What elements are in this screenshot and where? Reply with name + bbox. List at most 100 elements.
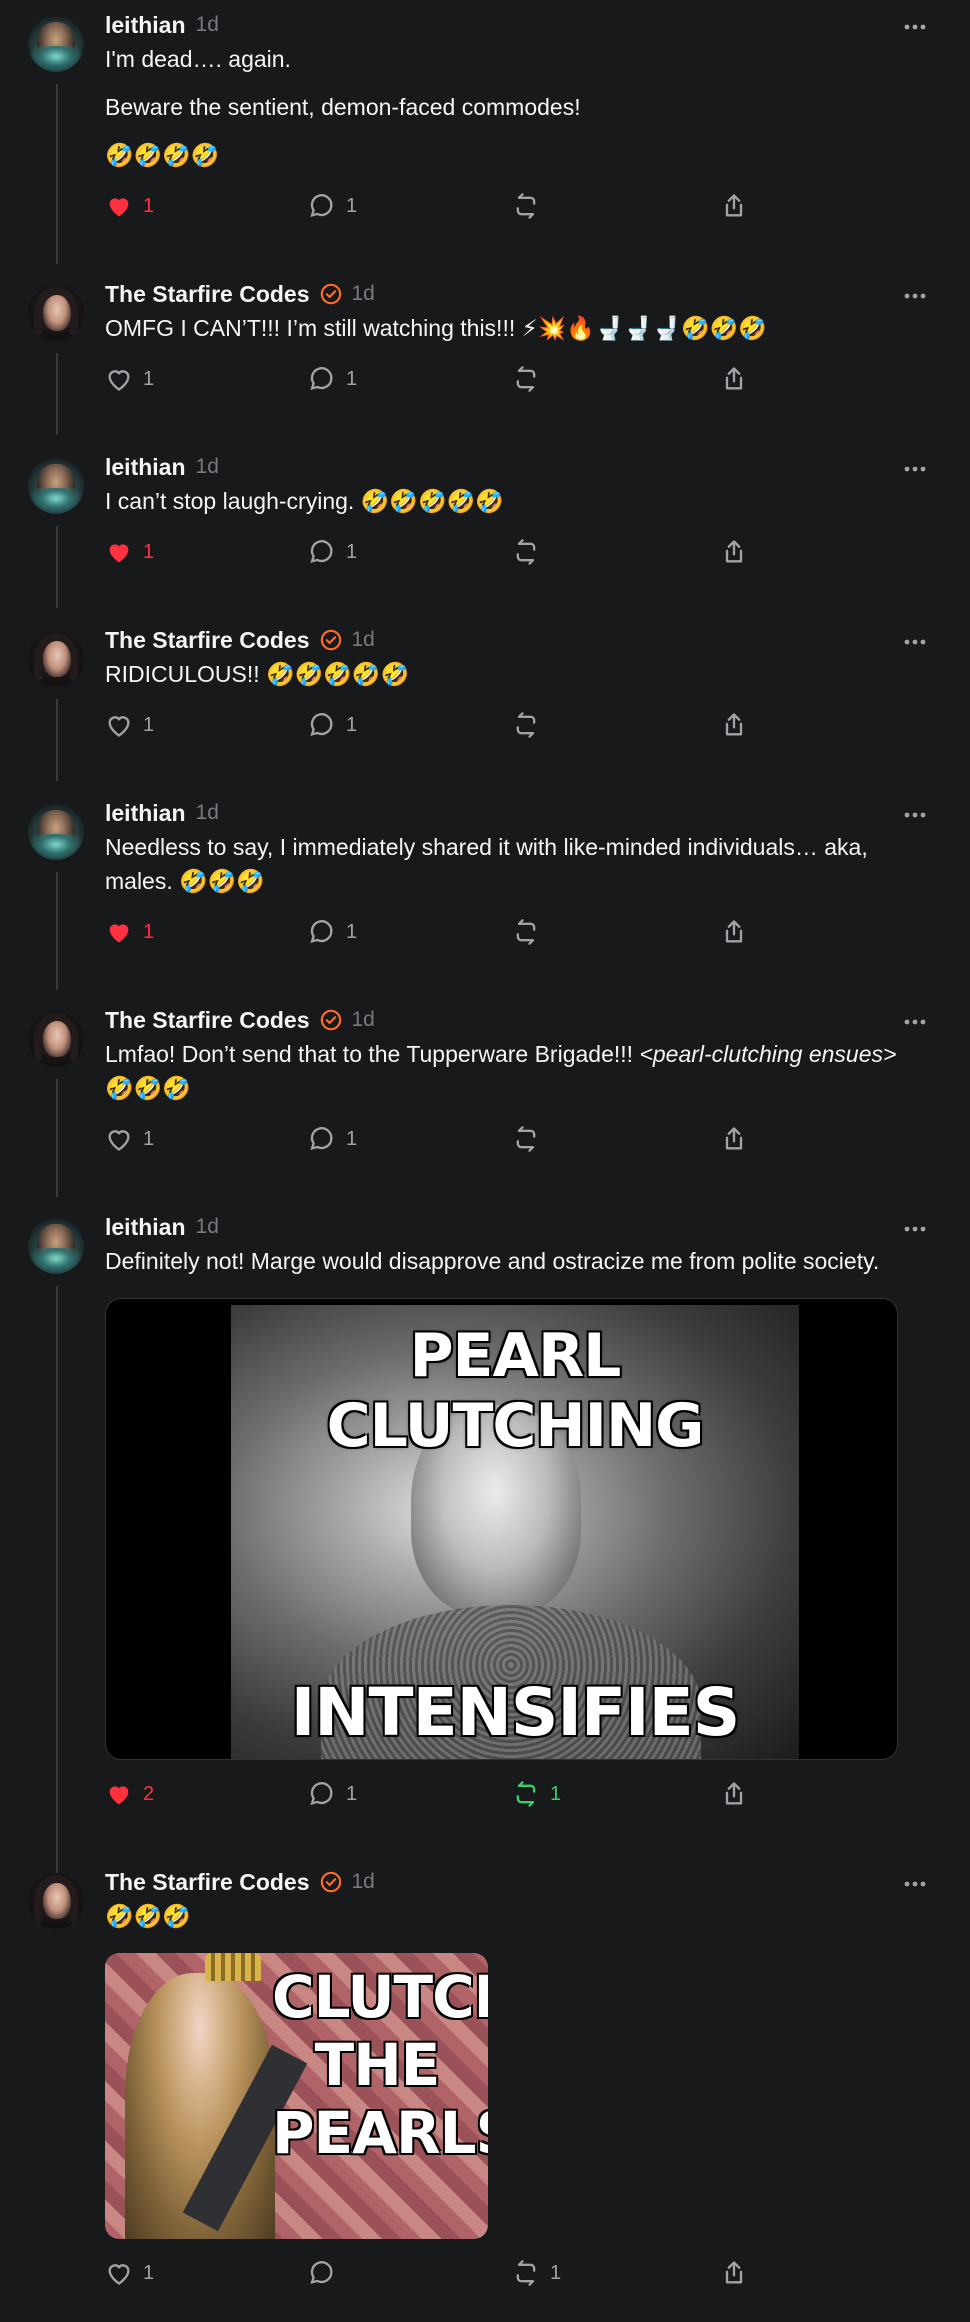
post-text: 🤣🤣🤣 (105, 1899, 926, 1933)
like-count: 1 (143, 367, 155, 390)
share-button[interactable] (720, 538, 748, 566)
thread-line (56, 84, 58, 264)
comment-button[interactable]: 1 (308, 365, 357, 393)
like-button[interactable]: 1 (105, 2259, 154, 2287)
repost-button[interactable] (512, 918, 550, 946)
repost-button[interactable] (512, 1125, 550, 1153)
comment-button[interactable]: 1 (308, 1125, 357, 1153)
post-actions: 1 1 (105, 178, 926, 232)
more-icon[interactable] (904, 1881, 926, 1887)
comment-button[interactable]: 1 (308, 538, 357, 566)
share-button[interactable] (720, 1125, 748, 1153)
comment-count: 1 (346, 367, 358, 390)
share-button[interactable] (720, 711, 748, 739)
repost-button[interactable]: 1 (512, 1780, 561, 1808)
post-image[interactable]: CLUTCH THE PEARLS! (105, 1953, 488, 2239)
post-time: 1d (195, 801, 219, 824)
more-icon[interactable] (904, 293, 926, 299)
author-name[interactable]: leithian (105, 1214, 186, 1241)
author-name[interactable]: The Starfire Codes (105, 1869, 310, 1896)
share-button[interactable] (720, 1780, 748, 1808)
post: The Starfire Codes 1d Lmfao! Don’t send … (0, 1003, 970, 1197)
avatar[interactable] (28, 285, 84, 341)
like-button[interactable]: 2 (105, 1780, 154, 1808)
share-icon (725, 367, 743, 390)
comment-button[interactable]: 1 (308, 192, 357, 220)
like-button[interactable]: 1 (105, 365, 154, 393)
post-text-emoji: 🤣🤣🤣 (105, 1075, 191, 1101)
meme-image: PEARL CLUTCHING INTENSIFIES (231, 1305, 799, 1759)
avatar[interactable] (28, 1011, 84, 1067)
comment-button[interactable] (308, 2259, 346, 2287)
meme-line: PEARLS! (272, 2099, 488, 2167)
heart-icon (109, 544, 129, 563)
post-text: OMFG I CAN’T!!! I’m still watching this!… (105, 311, 926, 345)
repost-button[interactable] (512, 711, 550, 739)
share-button[interactable] (720, 365, 748, 393)
comment-icon (310, 920, 333, 944)
avatar[interactable] (28, 458, 84, 514)
comment-icon (310, 540, 333, 564)
author-name[interactable]: The Starfire Codes (105, 281, 310, 308)
more-icon[interactable] (904, 1019, 926, 1025)
author-name[interactable]: The Starfire Codes (105, 627, 310, 654)
avatar[interactable] (28, 631, 84, 687)
like-button[interactable]: 1 (105, 1125, 154, 1153)
avatar[interactable] (28, 1218, 84, 1274)
avatar[interactable] (28, 1873, 84, 1929)
comment-icon (310, 1127, 333, 1151)
avatar[interactable] (28, 16, 84, 72)
repost-button[interactable]: 1 (512, 2259, 561, 2287)
repost-icon (516, 1126, 536, 1152)
meme-top-text: PEARL CLUTCHING (326, 1321, 705, 1461)
repost-button[interactable] (512, 365, 550, 393)
post-time: 1d (351, 1870, 375, 1893)
comment-button[interactable]: 1 (308, 711, 357, 739)
more-icon[interactable] (904, 1226, 926, 1232)
like-count: 1 (143, 540, 155, 563)
like-button[interactable]: 1 (105, 711, 154, 739)
more-icon[interactable] (904, 812, 926, 818)
post: The Starfire Codes 1d 🤣🤣🤣 CLUTCH THE PEA… (0, 1865, 970, 2299)
post-paragraph: I can’t stop laugh-crying. 🤣🤣🤣🤣🤣 (105, 488, 504, 514)
author-name[interactable]: leithian (105, 12, 186, 39)
like-button[interactable]: 1 (105, 538, 154, 566)
more-icon[interactable] (904, 639, 926, 645)
heart-icon (108, 1130, 130, 1151)
share-button[interactable] (720, 918, 748, 946)
verified-badge-icon (320, 1009, 341, 1031)
like-button[interactable]: 1 (105, 192, 154, 220)
post-text: RIDICULOUS!! 🤣🤣🤣🤣🤣 (105, 657, 926, 691)
repost-icon (516, 366, 536, 392)
meme-bottom-text: INTENSIFIES (290, 1674, 741, 1751)
crown-icon (205, 1953, 261, 1981)
like-button[interactable]: 1 (105, 918, 154, 946)
more-icon[interactable] (904, 24, 926, 30)
share-button[interactable] (720, 2259, 748, 2287)
comment-button[interactable]: 1 (308, 918, 357, 946)
comment-count: 1 (346, 540, 358, 563)
post-time: 1d (351, 628, 375, 651)
author-name[interactable]: The Starfire Codes (105, 1007, 310, 1034)
avatar[interactable] (28, 804, 84, 860)
post-image[interactable]: PEARL CLUTCHING INTENSIFIES (105, 1298, 898, 1760)
heart-icon (108, 716, 130, 737)
share-button[interactable] (720, 192, 748, 220)
repost-button[interactable] (512, 538, 550, 566)
author-name[interactable]: leithian (105, 454, 186, 481)
comment-icon (310, 2261, 333, 2285)
comment-button[interactable]: 1 (308, 1780, 357, 1808)
post-actions: 1 1 (105, 524, 926, 578)
repost-count: 1 (550, 1782, 562, 1805)
repost-button[interactable] (512, 192, 550, 220)
heart-icon (109, 924, 129, 943)
post-text: I'm dead…. again. Beware the sentient, d… (105, 42, 926, 172)
meme-line: THE (314, 2031, 441, 2099)
meme-line: CLUTCH (272, 1963, 488, 2031)
author-name[interactable]: leithian (105, 800, 186, 827)
more-icon[interactable] (904, 466, 926, 472)
like-count: 1 (143, 2261, 155, 2284)
post: leithian 1d Needless to say, I immediate… (0, 796, 970, 990)
comment-count: 1 (346, 1782, 358, 1805)
thread-line (56, 699, 58, 781)
